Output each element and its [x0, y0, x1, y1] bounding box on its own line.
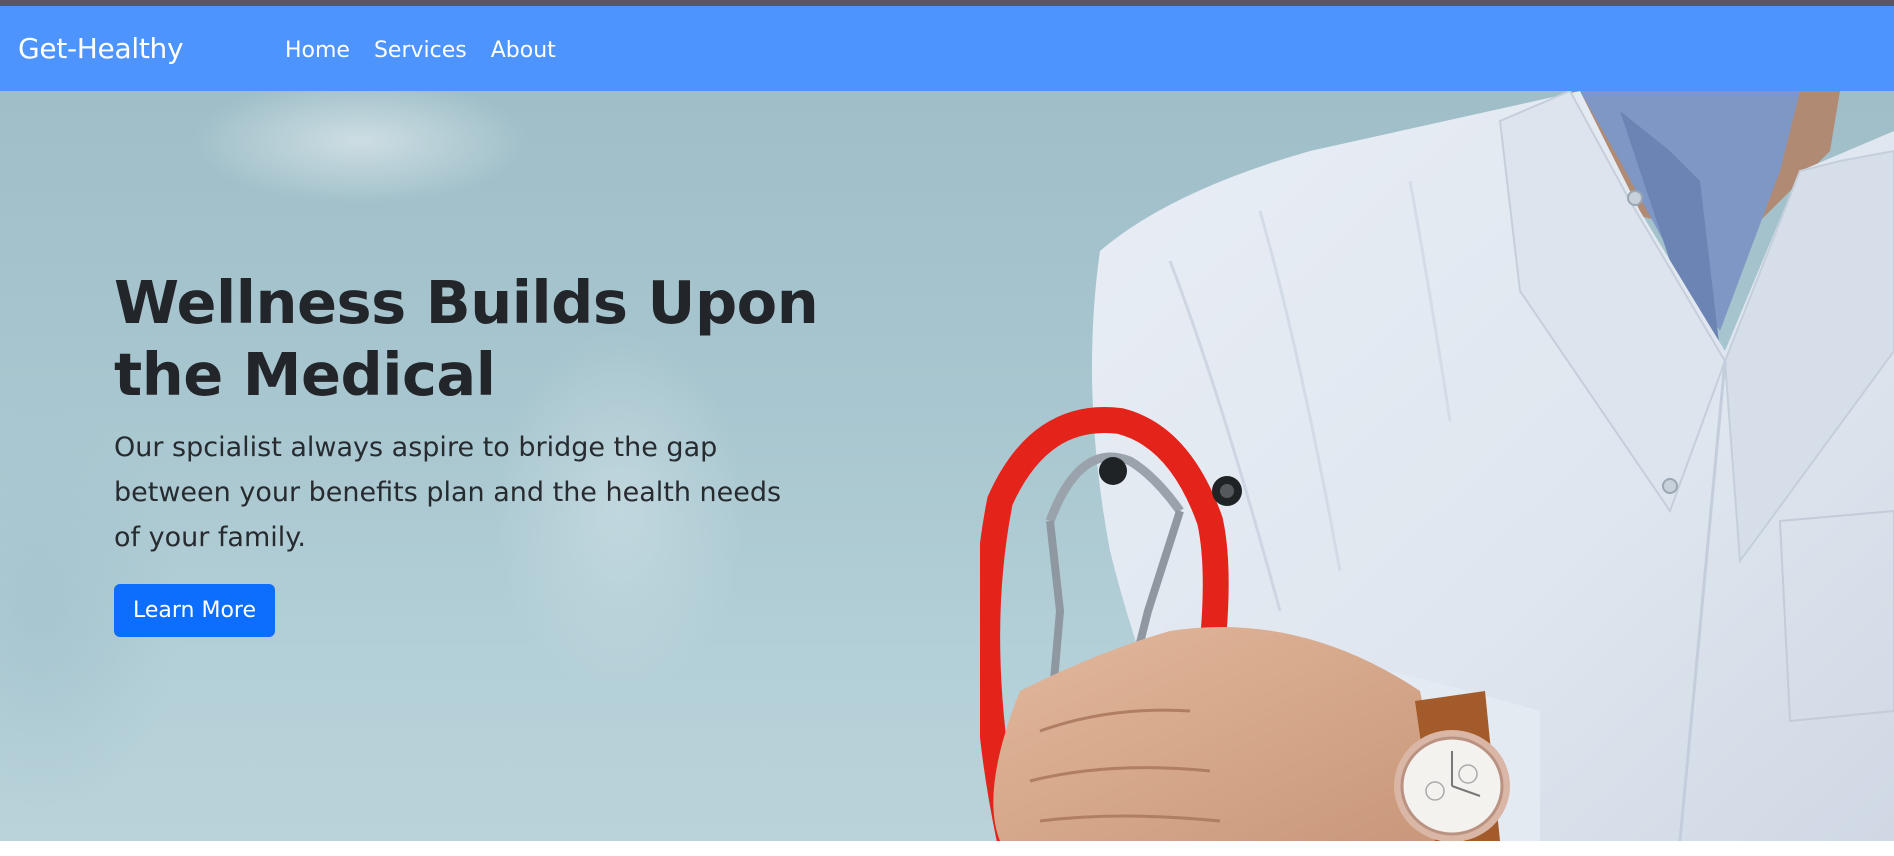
brand-logo-link[interactable]: Get-Healthy [18, 32, 184, 65]
nav-links: Home Services About [285, 38, 556, 63]
nav-link-home[interactable]: Home [285, 38, 350, 63]
navbar: Get-Healthy Home Services About [0, 6, 1894, 91]
hero-section: Wellness Builds Upon the Medical Our spc… [0, 91, 1894, 841]
nav-link-about[interactable]: About [491, 38, 556, 63]
nav-link-services[interactable]: Services [374, 38, 467, 63]
hero-description: Our spcialist always aspire to bridge th… [114, 432, 782, 553]
doctor-photo [980, 91, 1894, 841]
hero-content: Wellness Builds Upon the Medical Our spc… [114, 267, 834, 637]
learn-more-button[interactable]: Learn More [114, 584, 276, 637]
hero-title: Wellness Builds Upon the Medical [114, 268, 819, 409]
